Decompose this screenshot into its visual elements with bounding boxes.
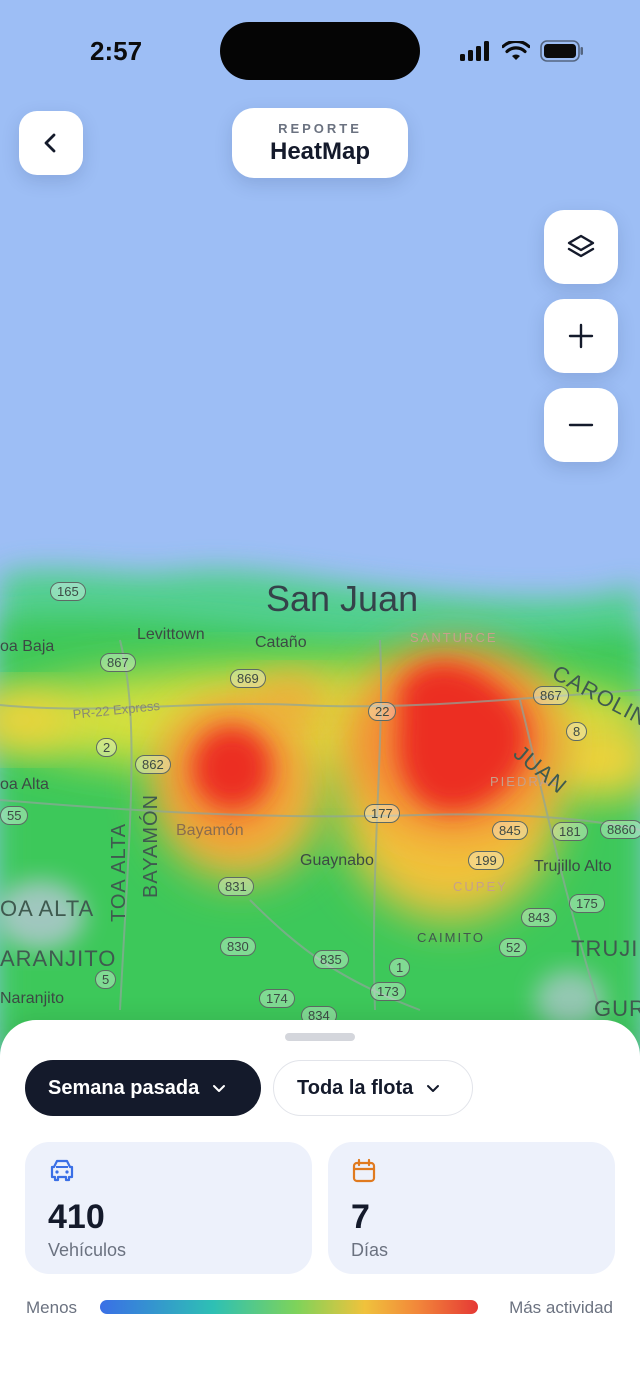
road-shield: 174 [259, 989, 295, 1008]
vehicles-value: 410 [48, 1198, 105, 1236]
page-title: HeatMap [269, 138, 371, 165]
road-shield: 869 [230, 669, 266, 688]
region-label: GUR [594, 996, 640, 1021]
wifi-icon [502, 41, 530, 60]
place-label: Trujillo Alto [534, 858, 612, 875]
days-value: 7 [351, 1198, 370, 1236]
road-shield: 55 [0, 806, 29, 825]
road-shield: 177 [364, 804, 400, 823]
road-shield: 867 [533, 686, 569, 705]
period-filter-dropdown[interactable]: Semana pasada [25, 1060, 261, 1116]
layers-icon [567, 234, 595, 258]
chevron-down-icon [427, 1085, 440, 1092]
fleet-filter-label: Toda la flota [297, 1076, 414, 1099]
legend-gradient-bar [100, 1300, 478, 1314]
place-label: Bayamón [176, 822, 244, 839]
district-label: CUPEY [453, 879, 508, 894]
zoom-out-button[interactable] [544, 388, 618, 462]
page-eyebrow: REPORTE [278, 121, 362, 136]
road-shield: 165 [50, 582, 86, 601]
road-shield: 843 [521, 908, 557, 927]
place-label: Cataño [255, 634, 307, 651]
road-shield: 862 [135, 755, 171, 774]
vehicles-stat-card: 410 Vehículos [25, 1142, 312, 1274]
layers-button[interactable] [544, 210, 618, 284]
region-label: TOA ALTA [108, 822, 130, 922]
days-label: Días [351, 1240, 389, 1260]
region-label: ARANJITO [0, 946, 117, 971]
region-label: BAYAMÓN [140, 793, 162, 898]
region-label: OA ALTA [0, 896, 95, 921]
road-shield: 1 [389, 958, 411, 977]
plus-icon [568, 323, 594, 349]
road-shield: 22 [368, 702, 397, 721]
road-shield: 2 [96, 738, 118, 757]
car-icon [50, 1159, 74, 1182]
road-shield: 831 [218, 877, 254, 896]
legend-high-label: Más actividad [509, 1298, 613, 1317]
zoom-in-button[interactable] [544, 299, 618, 373]
district-label: CAIMITO [417, 930, 485, 945]
place-label: Guaynabo [300, 852, 374, 869]
chevron-left-icon [44, 133, 56, 153]
place-label: oa Alta [0, 776, 49, 793]
back-button[interactable] [19, 111, 83, 175]
road-shield: 830 [220, 937, 256, 956]
place-label: Naranjito [0, 990, 65, 1007]
city-label: San Juan [266, 578, 419, 619]
region-label: TRUJIL [571, 936, 640, 961]
road-shield: 175 [569, 894, 605, 913]
status-time: 2:57 [90, 36, 143, 66]
chevron-down-icon [213, 1085, 226, 1092]
title-pill: REPORTE HeatMap [232, 108, 408, 178]
days-stat-card: 7 Días [328, 1142, 615, 1274]
period-filter-label: Semana pasada [48, 1076, 200, 1099]
road-shield: 52 [499, 938, 528, 957]
minus-icon [568, 423, 594, 427]
road-shield: 867 [100, 653, 136, 672]
road-shield: 5 [95, 970, 117, 989]
calendar-icon [352, 1158, 376, 1183]
bottom-sheet: Semana pasada Toda la flota 410 Vehículo… [0, 1020, 640, 1391]
dynamic-island [220, 22, 420, 80]
place-label: Levittown [137, 626, 205, 643]
road-shield: 199 [468, 851, 504, 870]
road-shield: 8 [566, 722, 588, 741]
battery-icon [540, 40, 583, 62]
vehicles-label: Vehículos [48, 1240, 127, 1260]
place-label: oa Baja [0, 638, 55, 655]
signal-icon [460, 41, 489, 61]
status-icons [460, 40, 584, 62]
sheet-grabber[interactable] [285, 1033, 355, 1041]
road-shield: 8860 [600, 820, 640, 839]
road-shield: 845 [492, 821, 528, 840]
road-shield: 835 [313, 950, 349, 969]
fleet-filter-dropdown[interactable]: Toda la flota [273, 1060, 473, 1116]
legend-low-label: Menos [26, 1298, 78, 1317]
road-shield: 173 [370, 982, 406, 1001]
road-shield: 181 [552, 822, 588, 841]
district-label: SANTURCE [410, 630, 498, 645]
